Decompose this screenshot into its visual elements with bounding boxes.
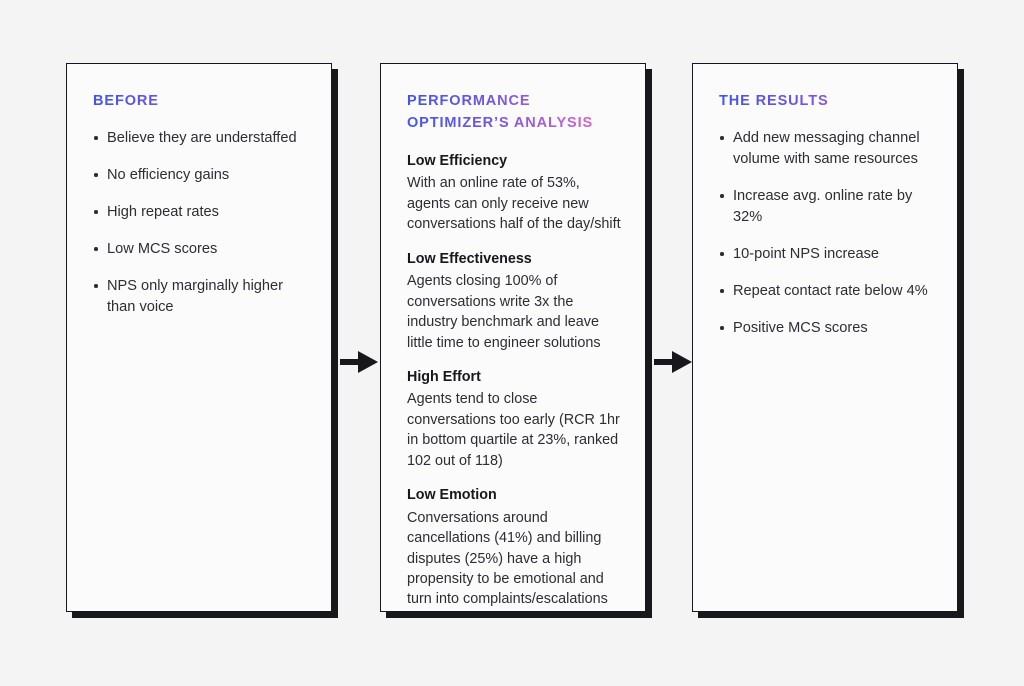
section-body: Conversations around cancellations (41%)… xyxy=(407,509,608,608)
analysis-section-low-effectiveness: Low Effectiveness Agents closing 100% of… xyxy=(407,249,624,353)
list-item: Add new messaging channel volume with sa… xyxy=(719,128,936,170)
analysis-section-low-emotion: Low Emotion Conversations around cancell… xyxy=(407,485,624,610)
list-item: 10-point NPS increase xyxy=(719,244,936,265)
card-results-title: THE RESULTS xyxy=(719,90,936,112)
card-results-content: THE RESULTS Add new messaging channel vo… xyxy=(693,64,957,611)
card-before: BEFORE Believe they are understaffed No … xyxy=(66,63,332,612)
list-item: Repeat contact rate below 4% xyxy=(719,281,936,302)
card-before-content: BEFORE Believe they are understaffed No … xyxy=(67,64,331,611)
list-item: No efficiency gains xyxy=(93,165,310,186)
card-results: THE RESULTS Add new messaging channel vo… xyxy=(692,63,958,612)
analysis-section-low-efficiency: Low Efficiency With an online rate of 53… xyxy=(407,151,624,235)
card-analysis-content: PERFORMANCE OPTIMIZER’S ANALYSIS Low Eff… xyxy=(381,64,645,611)
card-analysis-title: PERFORMANCE OPTIMIZER’S ANALYSIS xyxy=(407,90,624,135)
arrow-right-icon xyxy=(654,351,692,373)
card-results-bullet-list: Add new messaging channel volume with sa… xyxy=(719,128,936,339)
card-before-title: BEFORE xyxy=(93,90,310,112)
list-item: Positive MCS scores xyxy=(719,318,936,339)
list-item: Low MCS scores xyxy=(93,239,310,260)
list-item: NPS only marginally higher than voice xyxy=(93,276,310,318)
section-heading: Low Emotion xyxy=(407,487,497,504)
section-heading: Low Effectiveness xyxy=(407,250,532,267)
section-heading: High Effort xyxy=(407,368,481,385)
arrow-right-icon xyxy=(340,351,378,373)
card-analysis: PERFORMANCE OPTIMIZER’S ANALYSIS Low Eff… xyxy=(380,63,646,612)
section-body: Agents tend to close conversations too e… xyxy=(407,391,620,469)
flow-diagram: BEFORE Believe they are understaffed No … xyxy=(0,0,1024,686)
list-item: High repeat rates xyxy=(93,202,310,223)
connector-arrow-1 xyxy=(340,349,378,375)
connector-arrow-2 xyxy=(654,349,692,375)
list-item: Increase avg. online rate by 32% xyxy=(719,186,936,228)
section-body: With an online rate of 53%, agents can o… xyxy=(407,175,621,233)
card-before-bullet-list: Believe they are understaffed No efficie… xyxy=(93,128,310,318)
list-item: Believe they are understaffed xyxy=(93,128,310,149)
section-heading: Low Efficiency xyxy=(407,152,508,169)
section-body: Agents closing 100% of conversations wri… xyxy=(407,273,601,351)
analysis-section-high-effort: High Effort Agents tend to close convers… xyxy=(407,367,624,471)
